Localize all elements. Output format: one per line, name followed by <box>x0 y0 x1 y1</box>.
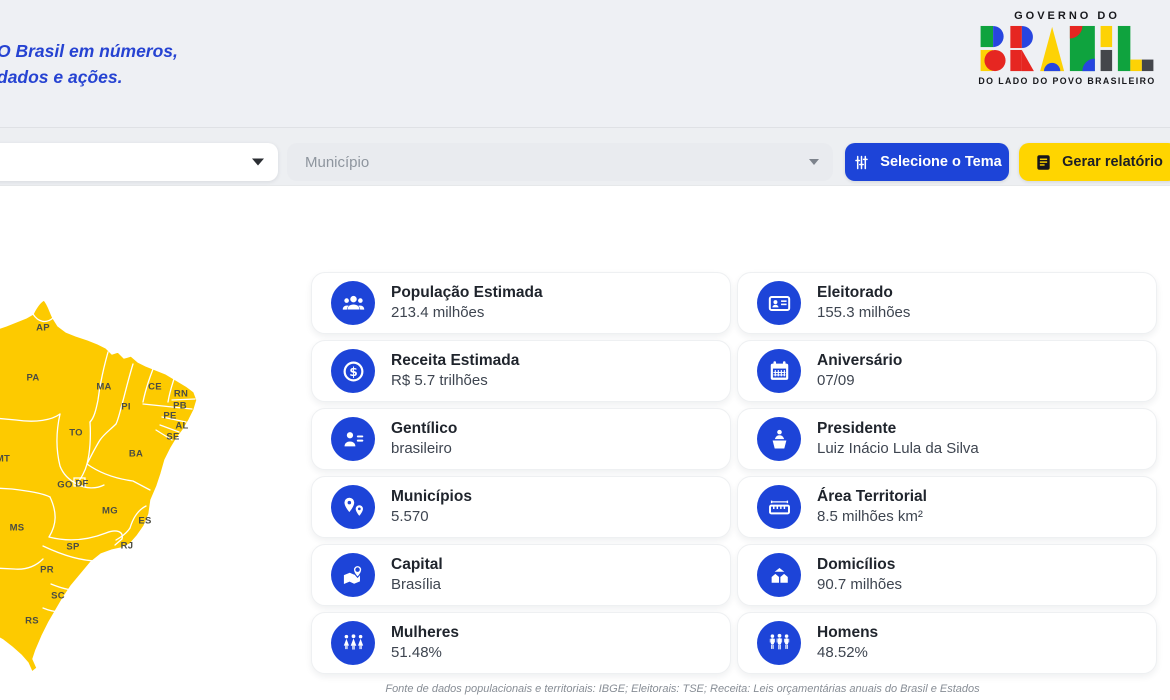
card-title: Capital <box>391 556 443 575</box>
info-card: População Estimada213.4 milhões <box>311 272 731 334</box>
svg-text:$: $ <box>349 364 357 378</box>
people-icon <box>331 281 375 325</box>
card-value: R$ 5.7 trilhões <box>391 372 519 390</box>
card-title: Aniversário <box>817 352 902 371</box>
gov-brasil-logo: GOVERNO DO <box>972 10 1162 86</box>
info-card: Domicílios90.7 milhões <box>737 544 1157 606</box>
card-title: Municípios <box>391 488 472 507</box>
card-value: 07/09 <box>817 372 902 390</box>
card-value: Brasília <box>391 576 443 594</box>
card-value: 5.570 <box>391 508 472 526</box>
info-card: Área Territorial8.5 milhões km² <box>737 476 1157 538</box>
document-icon <box>1034 153 1053 172</box>
calendar-icon <box>757 349 801 393</box>
card-value: Luiz Inácio Lula da Silva <box>817 440 979 458</box>
card-value: 90.7 milhões <box>817 576 902 594</box>
card-title: Homens <box>817 624 878 643</box>
card-value: 48.52% <box>817 644 878 662</box>
logo-top-text: GOVERNO DO <box>1014 10 1120 22</box>
info-card: Aniversário07/09 <box>737 340 1157 402</box>
card-value: 8.5 milhões km² <box>817 508 927 526</box>
municipality-select[interactable]: Município <box>287 143 833 181</box>
card-title: Receita Estimada <box>391 352 519 371</box>
info-card: Municípios5.570 <box>311 476 731 538</box>
cards-right-column: Eleitorado155.3 milhõesAniversário07/09P… <box>737 272 1157 674</box>
card-title: Gentílico <box>391 420 457 439</box>
info-card: Mulheres51.48% <box>311 612 731 674</box>
card-value: brasileiro <box>391 440 457 458</box>
logo-bottom-text: DO LADO DO POVO BRASILEIRO <box>978 76 1155 86</box>
info-card: Homens48.52% <box>737 612 1157 674</box>
men-icon <box>757 621 801 665</box>
card-title: Eleitorado <box>817 284 910 303</box>
houses-icon <box>757 553 801 597</box>
tagline: O Brasil em números, dados e ações. <box>0 38 178 91</box>
generate-report-button[interactable]: Gerar relatório <box>1019 143 1170 181</box>
caret-down-icon <box>252 159 264 166</box>
ruler-icon <box>757 485 801 529</box>
select-theme-button[interactable]: Selecione o Tema <box>845 143 1009 181</box>
card-title: População Estimada <box>391 284 543 303</box>
caret-down-icon <box>809 159 819 165</box>
id-card-icon <box>757 281 801 325</box>
filter-bar: Município Selecione o Tema Gera <box>0 128 1170 186</box>
card-value: 51.48% <box>391 644 459 662</box>
info-card: Gentílicobrasileiro <box>311 408 731 470</box>
sliders-icon <box>852 153 871 172</box>
card-title: Presidente <box>817 420 979 439</box>
info-card: $ Receita EstimadaR$ 5.7 trilhões <box>311 340 731 402</box>
cards-left-column: População Estimada213.4 milhões $ Receita … <box>311 272 731 674</box>
card-value: 155.3 milhões <box>817 304 910 322</box>
footer-source: Fonte de dados populacionais e territori… <box>195 683 1170 695</box>
generate-report-label: Gerar relatório <box>1062 154 1163 170</box>
municipality-placeholder: Município <box>305 154 369 171</box>
dollar-icon: $ <box>331 349 375 393</box>
info-card: Eleitorado155.3 milhões <box>737 272 1157 334</box>
info-card: PresidenteLuiz Inácio Lula da Silva <box>737 408 1157 470</box>
state-select[interactable] <box>0 143 278 181</box>
brazil-map[interactable]: APPAMACERNPBPIPEALSETOBAMTGODFMGESMSSPRJ… <box>0 278 210 688</box>
card-title: Mulheres <box>391 624 459 643</box>
page: O Brasil em números, dados e ações. GOVE… <box>0 0 1170 700</box>
map-pin-icon <box>331 553 375 597</box>
card-value: 213.4 milhões <box>391 304 543 322</box>
brazil-map-svg[interactable] <box>0 278 210 688</box>
select-theme-label: Selecione o Tema <box>880 154 1001 170</box>
card-title: Domicílios <box>817 556 902 575</box>
map-pins-icon <box>331 485 375 529</box>
info-card: CapitalBrasília <box>311 544 731 606</box>
tagline-line1: O Brasil em números, <box>0 38 178 64</box>
brasil-logo-word <box>977 25 1157 73</box>
tagline-line2: dados e ações. <box>0 64 178 90</box>
podium-icon <box>757 417 801 461</box>
header: O Brasil em números, dados e ações. GOVE… <box>0 0 1170 128</box>
person-lines-icon <box>331 417 375 461</box>
women-icon <box>331 621 375 665</box>
card-title: Área Territorial <box>817 488 927 507</box>
